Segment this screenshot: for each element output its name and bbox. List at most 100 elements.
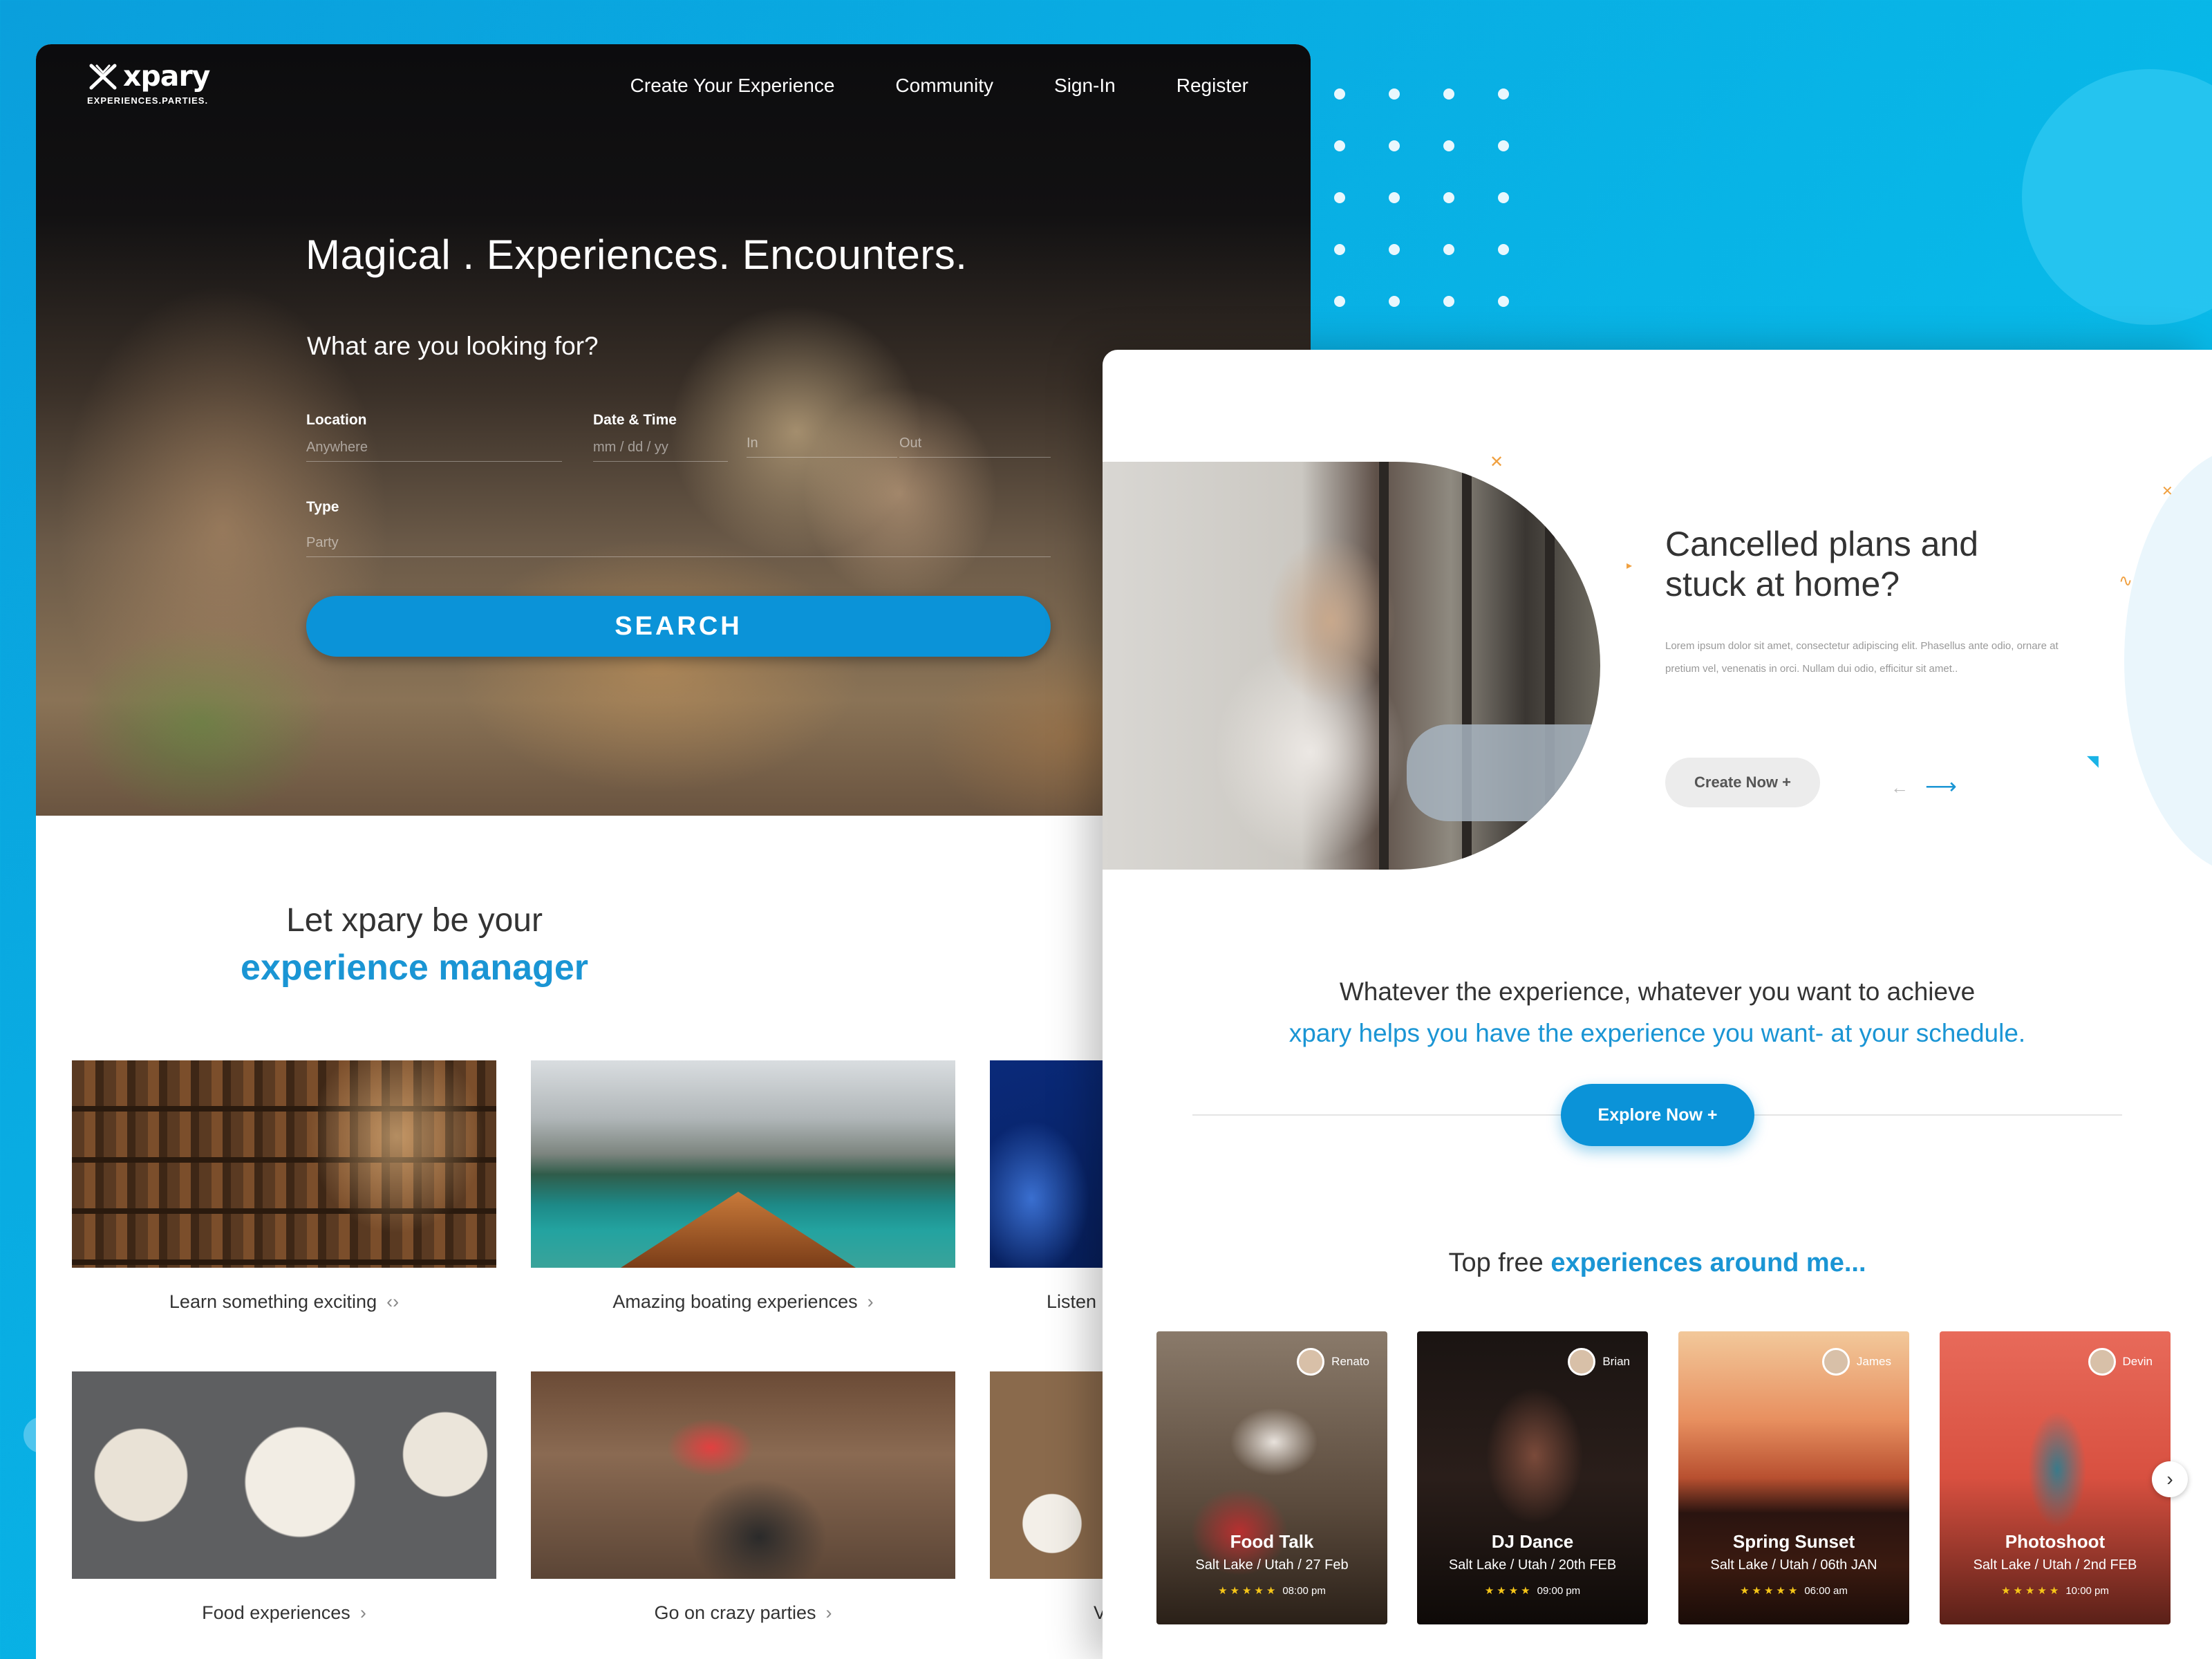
- experience-rating: ★★★★★ 10:00 pm: [1940, 1584, 2171, 1597]
- promo-title-line1: Cancelled plans and: [1665, 525, 1979, 563]
- experience-card[interactable]: Devin Photoshoot Salt Lake / Utah / 2nd …: [1940, 1331, 2171, 1624]
- nav-sign-in[interactable]: Sign-In: [1054, 75, 1116, 97]
- promo-title: Cancelled plans and stuck at home?: [1665, 524, 1978, 604]
- detail-page-mockup: ✕ ▸ ✕ ∿ ◥ Cancelled plans and stuck at h…: [1103, 350, 2212, 1659]
- star-rating-icon: ★★★★: [1484, 1585, 1533, 1597]
- experience-time: 06:00 am: [1804, 1585, 1848, 1597]
- party-crowd-image: [531, 1371, 955, 1579]
- category-label: Listen: [1047, 1291, 1097, 1312]
- hero-headline: Magical . Experiences. Encounters.: [306, 232, 968, 278]
- cross-decoration: ✕: [1490, 453, 1504, 471]
- host-name: James: [1856, 1355, 1891, 1368]
- experience-title: DJ Dance: [1491, 1531, 1574, 1552]
- food-image: [72, 1371, 496, 1579]
- host-badge: James: [1821, 1348, 1891, 1376]
- hero-question: What are you looking for?: [307, 332, 599, 360]
- experience-title: Photoshoot: [2005, 1531, 2106, 1552]
- nav-register[interactable]: Register: [1177, 75, 1248, 97]
- code-icon: ‹›: [386, 1291, 400, 1312]
- location-field[interactable]: Location Anywhere: [306, 412, 562, 462]
- background-circle: [2022, 69, 2212, 325]
- promo-title-line2: stuck at home?: [1665, 565, 1900, 603]
- slider-arrows: ← ⟶: [1891, 773, 1957, 799]
- experience-rating: ★★★★★ 06:00 am: [1678, 1584, 1909, 1597]
- time-out-input[interactable]: Out: [899, 435, 1051, 458]
- host-badge: Brian: [1568, 1348, 1630, 1376]
- promo-body: Lorem ipsum dolor sit amet, consectetur …: [1665, 640, 2059, 675]
- date-field[interactable]: Date & Time mm / dd / yy: [593, 412, 728, 462]
- xpary-logo-icon: [89, 64, 117, 90]
- time-in-input[interactable]: In: [747, 435, 897, 458]
- top-experiences-heading: Top free experiences around me...: [1103, 1248, 2212, 1278]
- time-in-field[interactable]: In: [747, 435, 897, 458]
- date-label: Date & Time: [593, 412, 677, 428]
- arrow-left-icon[interactable]: ←: [1891, 777, 1909, 798]
- triangle-decoration: ▸: [1627, 560, 1633, 572]
- top-heading-highlight: experiences around me...: [1550, 1248, 1866, 1277]
- dot-grid-decoration: [1334, 88, 1509, 307]
- nav-community[interactable]: Community: [895, 75, 993, 97]
- host-badge: Renato: [1297, 1348, 1369, 1376]
- star-rating-icon: ★★★★★: [2001, 1585, 2062, 1597]
- host-avatar: [1297, 1348, 1325, 1376]
- experience-place: Salt Lake / Utah / 20th FEB: [1448, 1557, 1617, 1573]
- experience-rating: ★★★★★ 08:00 pm: [1156, 1584, 1387, 1597]
- category-card-boating[interactable]: Amazing boating experiences ›: [531, 1060, 955, 1313]
- category-card-learning[interactable]: Learn something exciting ‹›: [72, 1060, 496, 1313]
- category-label: Learn something exciting: [169, 1291, 377, 1312]
- arrow-right-icon[interactable]: ⟶: [1925, 774, 1957, 798]
- experience-place: Salt Lake / Utah / 27 Feb: [1195, 1557, 1349, 1573]
- category-label: Food experiences: [202, 1602, 350, 1623]
- host-avatar: [2088, 1348, 2116, 1376]
- experience-card[interactable]: Brian DJ Dance Salt Lake / Utah / 20th F…: [1417, 1331, 1648, 1624]
- chevron-right-icon: ›: [867, 1291, 874, 1312]
- host-badge: Devin: [2088, 1348, 2153, 1376]
- library-image: [72, 1060, 496, 1268]
- experience-card[interactable]: Renato Food Talk Salt Lake / Utah / 27 F…: [1156, 1331, 1387, 1624]
- main-nav: Create Your Experience Community Sign-In…: [630, 75, 1248, 97]
- decorative-curve: [2124, 447, 2212, 875]
- time-out-field[interactable]: Out: [899, 435, 1051, 458]
- experience-time: 09:00 pm: [1537, 1585, 1581, 1597]
- pitch-line1: Whatever the experience, whatever you wa…: [1339, 977, 1976, 1006]
- brand-tagline: EXPERIENCES.PARTIES.: [87, 95, 209, 106]
- host-name: Brian: [1602, 1355, 1630, 1368]
- host-name: Devin: [2122, 1355, 2153, 1368]
- category-label: Amazing boating experiences: [612, 1291, 858, 1312]
- star-rating-icon: ★★★★★: [1740, 1585, 1801, 1597]
- experience-title: Spring Sunset: [1732, 1531, 1855, 1552]
- experience-title: Food Talk: [1230, 1531, 1314, 1552]
- host-name: Renato: [1331, 1355, 1369, 1368]
- experience-rating: ★★★★ 09:00 pm: [1417, 1584, 1648, 1597]
- chevron-right-icon: ›: [825, 1602, 832, 1623]
- type-label: Type: [306, 499, 339, 515]
- woman-drinking-coffee-image: [1103, 462, 1600, 870]
- search-button[interactable]: SEARCH: [306, 596, 1051, 657]
- manager-heading-line1: Let xpary be your: [286, 902, 543, 939]
- experience-card[interactable]: James Spring Sunset Salt Lake / Utah / 0…: [1678, 1331, 1909, 1624]
- boating-image: [531, 1060, 955, 1268]
- experience-place: Salt Lake / Utah / 2nd FEB: [1973, 1557, 2137, 1573]
- top-heading-prefix: Top free: [1448, 1248, 1551, 1277]
- experience-time: 10:00 pm: [2065, 1585, 2109, 1597]
- type-input[interactable]: Party: [306, 535, 1051, 557]
- triangle-decoration: ◥: [2087, 752, 2099, 769]
- experience-place: Salt Lake / Utah / 06th JAN: [1710, 1557, 1877, 1573]
- experience-time: 08:00 pm: [1282, 1585, 1326, 1597]
- manager-heading-line2: experience manager: [241, 948, 588, 988]
- date-input[interactable]: mm / dd / yy: [593, 440, 728, 462]
- type-field[interactable]: Type Party: [306, 499, 1051, 557]
- carousel-next-button[interactable]: ›: [2152, 1461, 2188, 1497]
- brand-logo[interactable]: xpary EXPERIENCES.PARTIES.: [87, 59, 210, 106]
- category-card-parties[interactable]: Go on crazy parties ›: [531, 1371, 955, 1624]
- host-avatar: [1568, 1348, 1596, 1376]
- create-now-button[interactable]: Create Now +: [1665, 758, 1820, 807]
- nav-create-experience[interactable]: Create Your Experience: [630, 75, 835, 97]
- brand-name: xpary: [123, 59, 210, 93]
- explore-now-button[interactable]: Explore Now +: [1561, 1084, 1754, 1146]
- cross-decoration: ✕: [2162, 484, 2173, 499]
- category-label: Go on crazy parties: [654, 1602, 816, 1623]
- category-card-food[interactable]: Food experiences ›: [72, 1371, 496, 1624]
- chevron-right-icon: ›: [2166, 1468, 2173, 1490]
- location-input[interactable]: Anywhere: [306, 440, 562, 462]
